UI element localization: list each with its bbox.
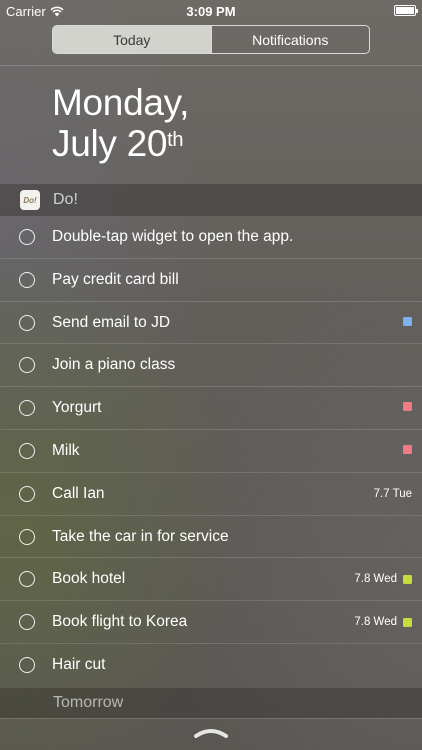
bottom-bar [0,718,422,750]
battery-icon [394,5,418,16]
task-label: Pay credit card bill [52,270,179,288]
task-meta [403,316,412,326]
task-meta: 7.8 Wed [354,573,412,585]
tag-color-icon [403,444,412,454]
status-time: 3:09 PM [186,4,236,19]
grabber-handle-icon[interactable] [193,727,229,739]
widget-app-name: Do! [53,191,78,208]
task-label: Milk [52,441,80,459]
date-month-day-line: July 20th [52,123,189,164]
task-row[interactable]: Yorgurt [0,387,422,430]
view-switcher: Today Notifications [52,25,370,54]
task-label: Join a piano class [52,356,176,374]
task-due-date: 7.8 Wed [354,616,397,629]
task-label: Book flight to Korea [52,613,188,631]
header-divider [0,65,422,66]
do-app-icon: Do! [20,190,40,210]
task-list: Double-tap widget to open the app. Pay c… [0,216,422,687]
task-label: Book hotel [52,570,126,588]
task-row[interactable]: Join a piano class [0,344,422,388]
task-checkbox-icon[interactable] [19,229,35,245]
date-month-day: July 20 [52,123,168,164]
task-label: Send email to JD [52,313,171,331]
task-checkbox-icon[interactable] [19,400,35,417]
date-suffix: th [167,129,184,151]
task-checkbox-icon[interactable] [19,357,35,374]
task-checkbox-icon[interactable] [19,656,35,673]
task-checkbox-icon[interactable] [19,485,35,502]
task-row[interactable]: Take the car in for service [0,516,422,559]
task-label: Double-tap widget to open the app. [52,228,294,245]
task-checkbox-icon[interactable] [19,528,35,545]
task-checkbox-icon[interactable] [19,442,35,459]
task-row[interactable]: Double-tap widget to open the app. [0,216,422,259]
task-row[interactable]: Pay credit card bill [0,259,422,302]
tab-today[interactable]: Today [53,26,211,53]
task-row[interactable]: Hair cut [0,644,422,687]
tag-color-icon [403,574,412,584]
task-label: Yorgurt [52,399,102,417]
task-row[interactable]: Book hotel 7.8 Wed [0,558,422,602]
task-row[interactable]: Milk [0,430,422,473]
task-label: Call Ian [52,484,105,502]
task-row[interactable]: Call Ian 7.7 Tue [0,473,422,516]
task-due-date: 7.7 Tue [373,487,412,500]
task-checkbox-icon[interactable] [19,614,35,631]
tomorrow-header[interactable]: Tomorrow [0,688,422,718]
task-meta [403,402,412,412]
widget-header[interactable]: Do! Do! [0,184,422,216]
task-meta: 7.7 Tue [374,488,412,500]
task-checkbox-icon[interactable] [19,314,35,331]
date-heading: Monday, July 20th [52,82,189,164]
task-checkbox-icon[interactable] [19,571,35,588]
task-meta [403,444,412,454]
tag-color-icon [403,617,412,627]
task-row[interactable]: Book flight to Korea 7.8 Wed [0,601,422,644]
task-meta: 7.8 Wed [354,616,412,628]
tab-notifications[interactable]: Notifications [210,26,370,53]
task-row[interactable]: Send email to JD [0,302,422,345]
task-due-date: 7.8 Wed [354,573,397,586]
status-bar: Carrier 3:09 PM [0,0,422,22]
tomorrow-label: Tomorrow [53,694,124,711]
app-icon-text: Do! [23,195,37,205]
tag-color-icon [403,316,412,326]
date-weekday: Monday, [52,82,190,123]
task-label: Hair cut [52,655,106,673]
tag-color-icon [403,402,412,412]
task-checkbox-icon[interactable] [19,271,35,288]
task-label: Take the car in for service [52,527,229,545]
